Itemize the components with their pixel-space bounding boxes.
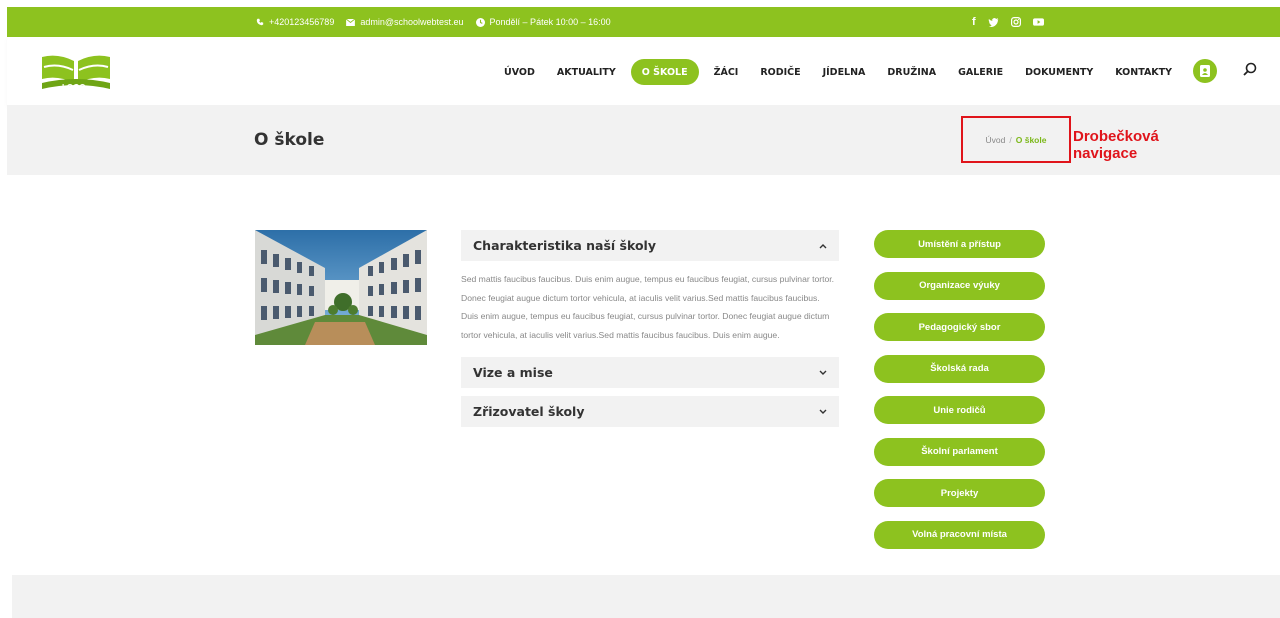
facebook-icon[interactable]: f <box>972 16 976 28</box>
accordion-title: Zřizovatel školy <box>473 404 585 419</box>
main-header: LOGO ÚVOD AKTUALITY O ŠKOLE ŽÁCI RODIČE … <box>7 37 1280 105</box>
breadcrumb-annotation: Drobečková navigace <box>1073 128 1193 162</box>
footer <box>12 575 1280 618</box>
nav-item-zaci[interactable]: ŽÁCI <box>703 59 750 85</box>
school-building-image <box>255 230 427 345</box>
nav-item-o-skole[interactable]: O ŠKOLE <box>630 59 699 85</box>
phone-contact[interactable]: +420123456789 <box>256 17 334 27</box>
nav-item-aktuality[interactable]: AKTUALITY <box>546 59 627 85</box>
annotation-text: Drobečková navigace <box>1073 128 1159 162</box>
search-icon <box>1243 62 1257 76</box>
side-button-organizace[interactable]: Organizace výuky <box>874 271 1045 300</box>
side-button-skolska-rada[interactable]: Školská rada <box>874 354 1045 383</box>
youtube-icon[interactable] <box>1032 18 1044 26</box>
mail-icon <box>346 18 356 26</box>
page-title-bar: O škole Úvod / O škole Drobečková naviga… <box>7 105 1280 175</box>
hours-text: Pondělí – Pátek 10:00 – 16:00 <box>489 17 611 27</box>
breadcrumb-current: O škole <box>1015 134 1047 145</box>
side-button-projekty[interactable]: Projekty <box>874 479 1045 507</box>
social-links: f <box>972 7 1044 37</box>
top-bar: +420123456789 admin@schoolwebtest.eu Pon… <box>7 7 1280 37</box>
search-button[interactable] <box>1243 62 1261 80</box>
main-navigation: ÚVOD AKTUALITY O ŠKOLE ŽÁCI RODIČE JÍDEL… <box>493 59 1183 85</box>
phone-icon <box>256 18 264 26</box>
accordion-header-zrizovatel[interactable]: Zřizovatel školy <box>461 396 839 427</box>
phone-number: +420123456789 <box>269 17 335 27</box>
side-button-skolni-parlament[interactable]: Školní parlament <box>874 437 1045 466</box>
accordion-title: Charakteristika naší školy <box>473 238 656 253</box>
side-button-unie-rodicu[interactable]: Unie rodičů <box>874 396 1045 424</box>
email-address: admin@schoolwebtest.eu <box>360 17 464 27</box>
accordion-title: Vize a mise <box>473 365 553 380</box>
nav-item-galerie[interactable]: GALERIE <box>947 59 1014 85</box>
nav-item-druzina[interactable]: DRUŽINA <box>876 59 947 85</box>
chevron-up-icon <box>819 241 827 251</box>
clock-icon <box>475 17 485 27</box>
book-logo-icon: LOGO <box>42 55 110 92</box>
nav-item-uvod[interactable]: ÚVOD <box>493 59 546 85</box>
page-title: O škole <box>254 130 325 150</box>
school-photo <box>255 230 427 345</box>
opening-hours: Pondělí – Pátek 10:00 – 16:00 <box>475 17 611 27</box>
section-side-menu: Umístění a přístup Organizace výuky Peda… <box>874 230 1045 562</box>
email-contact[interactable]: admin@schoolwebtest.eu <box>346 17 464 27</box>
contact-info: +420123456789 admin@schoolwebtest.eu Pon… <box>256 7 611 37</box>
accordion-gap <box>461 388 839 396</box>
side-button-pedagogicky-sbor[interactable]: Pedagogický sbor <box>874 313 1045 341</box>
contact-book-button[interactable] <box>1193 59 1217 83</box>
breadcrumb: Úvod / O škole <box>961 116 1071 163</box>
instagram-icon[interactable] <box>1010 17 1021 27</box>
about-accordion: Charakteristika naší školy Sed mattis fa… <box>461 230 839 427</box>
chevron-down-icon <box>819 407 827 417</box>
accordion-body-text: Sed mattis faucibus faucibus. Duis enim … <box>461 274 835 340</box>
chevron-down-icon <box>819 368 827 378</box>
nav-item-dokumenty[interactable]: DOKUMENTY <box>1014 59 1104 85</box>
twitter-icon[interactable] <box>987 17 999 27</box>
breadcrumb-home-link[interactable]: Úvod <box>986 135 1006 145</box>
accordion-header-charakteristika[interactable]: Charakteristika naší školy <box>461 230 839 261</box>
svg-text:LOGO: LOGO <box>62 83 86 91</box>
side-button-volna-mista[interactable]: Volná pracovní místa <box>874 520 1045 549</box>
nav-item-rodice[interactable]: RODIČE <box>749 59 811 85</box>
breadcrumb-separator: / <box>1009 134 1012 145</box>
contact-book-icon <box>1200 65 1210 77</box>
side-button-umisteni[interactable]: Umístění a přístup <box>874 230 1045 258</box>
accordion-header-vize[interactable]: Vize a mise <box>461 357 839 388</box>
nav-item-kontakty[interactable]: KONTAKTY <box>1104 59 1183 85</box>
nav-item-jidelna[interactable]: JÍDELNA <box>812 59 877 85</box>
site-logo[interactable]: LOGO <box>40 53 112 92</box>
